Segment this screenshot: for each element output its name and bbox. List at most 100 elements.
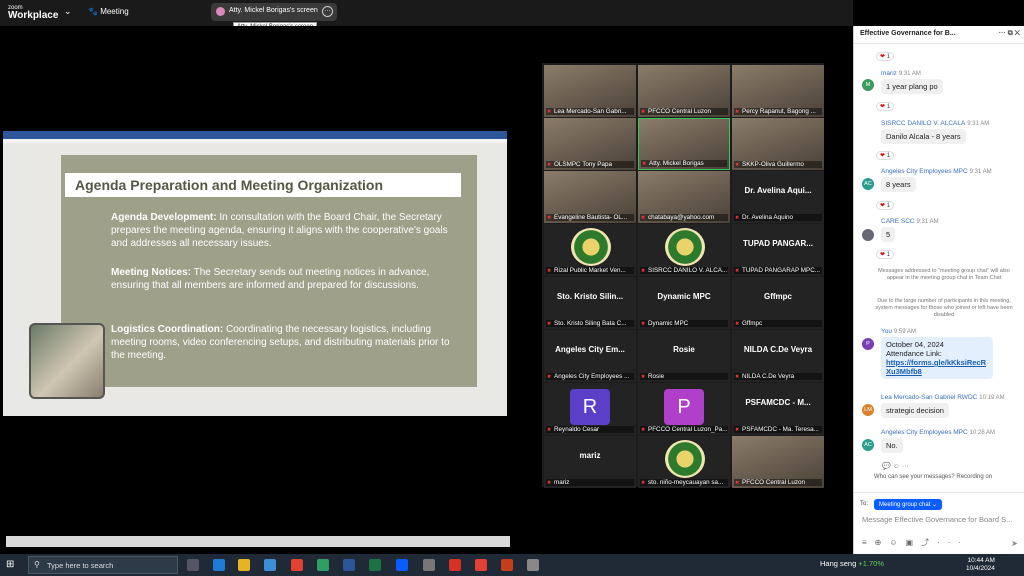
participant-tile[interactable]: Angeles City Em... Angeles City Employees… [544, 330, 636, 382]
screen-share-pill[interactable]: Atty. Mickel Borigas's screen ··· [211, 3, 337, 21]
chat-message: mariz 9:31 AM 1 year plang po [881, 70, 1018, 94]
participant-name-label: PFCCO Central Luzon_Pa... [640, 426, 728, 433]
participant-tile[interactable]: TUPAD PANGAR... TUPAD PANGARAP MPC... [732, 224, 824, 276]
chat-message: Angeles City Employees MPC 10:28 AM No. [881, 429, 1018, 453]
participant-name-label: Percy Rapanut, Bagong ... [734, 108, 822, 115]
powerpoint-icon[interactable] [501, 559, 513, 571]
send-icon[interactable]: ➤ [1011, 539, 1018, 548]
excel-icon[interactable] [369, 559, 381, 571]
zoom-logo: zoom Workplace [8, 5, 59, 21]
windows-start-icon[interactable]: ⊞ [6, 559, 14, 570]
to-label: To: [860, 501, 869, 507]
participant-tile[interactable]: Gffmpc Gffmpc [732, 277, 824, 329]
participant-tile[interactable]: PFCCO Central Luzon [732, 436, 824, 488]
participant-tile[interactable]: NILDA C.De Veyra NILDA C.De Veyra [732, 330, 824, 382]
zoom-icon[interactable] [396, 559, 408, 571]
participant-name-label: PFCCO Central Luzon [734, 479, 822, 486]
participant-tile[interactable]: SKKP-Oliva Guillermo [732, 118, 824, 170]
slide-title: Agenda Preparation and Meeting Organizat… [65, 173, 461, 197]
app-icon[interactable] [527, 559, 539, 571]
task-view-icon[interactable] [187, 559, 199, 571]
app-icon[interactable] [317, 559, 329, 571]
participant-tile[interactable]: PSFAMCDC - M... PSFAMCDC - Ma. Teresa... [732, 383, 824, 435]
participant-name-label: Reynaldo Cesar [546, 426, 634, 433]
participant-tile[interactable]: Percy Rapanut, Bagong ... [732, 65, 824, 117]
participant-tile[interactable]: chatabaya@yahoo.com [638, 171, 730, 223]
mail-icon[interactable] [264, 559, 276, 571]
system-clock[interactable]: 10:44 AM 10/4/2024 [966, 557, 995, 573]
windows-taskbar: ⊞ ⚲ Type here to search Hang seng +1.70%… [0, 554, 1024, 576]
participant-name-label: Angeles City Employees ... [546, 373, 634, 380]
shared-taskbar [6, 536, 510, 547]
participant-name-label: TUPAD PANGARAP MPC... [734, 267, 822, 274]
reaction-heart[interactable]: ❤ 1 [876, 102, 895, 111]
avatar: AC [862, 178, 874, 190]
participant-name-label: mariz [546, 479, 634, 486]
chat-message: SISRCC DANILO V. ALCALA 9:31 AM Danilo A… [881, 120, 1018, 144]
avatar: AC [862, 439, 874, 451]
avatar: LM [862, 404, 874, 416]
app-icon[interactable] [423, 559, 435, 571]
reaction-heart[interactable]: ❤ 1 [876, 250, 895, 259]
chat-input[interactable]: Message Effective Governance for Board S… [862, 515, 1012, 524]
participant-display-name: PSFAMCDC - M... [745, 398, 811, 407]
participant-tile[interactable]: Rosie Rosie [638, 330, 730, 382]
reaction-heart[interactable]: ❤ 1 [876, 151, 895, 160]
participant-tile[interactable]: Sto. Kristo Silin... Sto. Kristo Siling B… [544, 277, 636, 329]
edge-icon[interactable] [213, 559, 225, 571]
app-icon[interactable] [449, 559, 461, 571]
chat-panel: Effective Governance for B... ··· ⧉ ✕ ❤ … [853, 26, 1024, 554]
avatar: M [862, 79, 874, 91]
participant-tile[interactable]: PPFCCO Central Luzon_Pa... [638, 383, 730, 435]
participant-tile[interactable]: sto. niño-meycauayan sa... [638, 436, 730, 488]
message-actions-icon[interactable]: 💬 ☺ ··· [882, 462, 909, 470]
participant-tile[interactable]: PFCCO Central Luzon [638, 65, 730, 117]
search-input[interactable]: ⚲ Type here to search [28, 556, 178, 574]
cooperative-logo [571, 228, 611, 266]
participant-tile[interactable]: Dynamic MPC Dynamic MPC [638, 277, 730, 329]
participant-name-label: sto. niño-meycauayan sa... [640, 479, 728, 486]
reaction-heart[interactable]: ❤ 1 [876, 201, 895, 210]
composer-tools[interactable]: ≡⊕☺▣⤴··· [862, 537, 969, 548]
participant-tile[interactable]: SISRCC DANILO V. ALCA... [638, 224, 730, 276]
avatar [862, 229, 874, 241]
participant-display-name: Angeles City Em... [555, 345, 625, 354]
avatar: P [862, 338, 874, 350]
share-label: Atty. Mickel Borigas's screen [229, 7, 318, 14]
stock-widget[interactable]: Hang seng +1.70% [820, 559, 884, 568]
chevron-down-icon[interactable]: ⌄ [64, 6, 72, 17]
participant-tile[interactable]: mariz mariz [544, 436, 636, 488]
participant-tile[interactable]: Dr. Avelina Aqui... Dr. Avelina Aquino [732, 171, 824, 223]
participant-gallery: Lea Mercado-San Gabri... PFCCO Central Lu… [542, 63, 824, 488]
file-explorer-icon[interactable] [238, 559, 250, 571]
participant-tile[interactable]: Atty. Mickel Borigas [638, 118, 730, 170]
window-toolbar [3, 139, 507, 143]
chat-title: Effective Governance for B... [860, 30, 956, 37]
more-icon[interactable]: ··· [322, 6, 333, 17]
participant-tile[interactable]: Rizal Public Market Ven... [544, 224, 636, 276]
privacy-note[interactable]: Who can see your messages? Recording on [874, 474, 992, 480]
participant-name-label: Dynamic MPC [640, 320, 728, 327]
chrome-icon[interactable] [291, 559, 303, 571]
reaction-heart[interactable]: ❤ 1 [876, 52, 895, 61]
system-note: Due to the large number of participants … [875, 298, 1013, 318]
participant-tile[interactable]: RReynaldo Cesar [544, 383, 636, 435]
chat-header-icons[interactable]: ··· ⧉ ✕ [999, 30, 1020, 38]
attendance-link[interactable]: https://forms.gle/kKksiRecRXu3Mbfb8 [886, 358, 988, 376]
participant-tile[interactable]: Lea Mercado-San Gabri... [544, 65, 636, 117]
participant-display-name: Sto. Kristo Silin... [556, 292, 624, 301]
chat-message: Angeles City Employees MPC 9:31 AM 8 yea… [881, 168, 1018, 192]
word-icon[interactable] [343, 559, 355, 571]
participant-display-name: Dynamic MPC [657, 292, 711, 301]
shared-screen: Agenda Preparation and Meeting Organizat… [3, 131, 510, 547]
meeting-tab[interactable]: 🐾 Meeting [88, 7, 129, 16]
recipient-dropdown[interactable]: Meeting group chat ⌄ [874, 499, 943, 510]
participant-tile[interactable]: Evangeline Bautista- OL... [544, 171, 636, 223]
chrome-icon[interactable] [475, 559, 487, 571]
cooperative-logo [665, 228, 705, 266]
cooperative-logo [665, 440, 705, 478]
participant-tile[interactable]: OLSMPC Tony Papa [544, 118, 636, 170]
participant-name-label: Sto. Kristo Siling Bata C... [546, 320, 634, 327]
search-icon: ⚲ [34, 560, 40, 569]
participant-name-label: chatabaya@yahoo.com [640, 214, 728, 221]
